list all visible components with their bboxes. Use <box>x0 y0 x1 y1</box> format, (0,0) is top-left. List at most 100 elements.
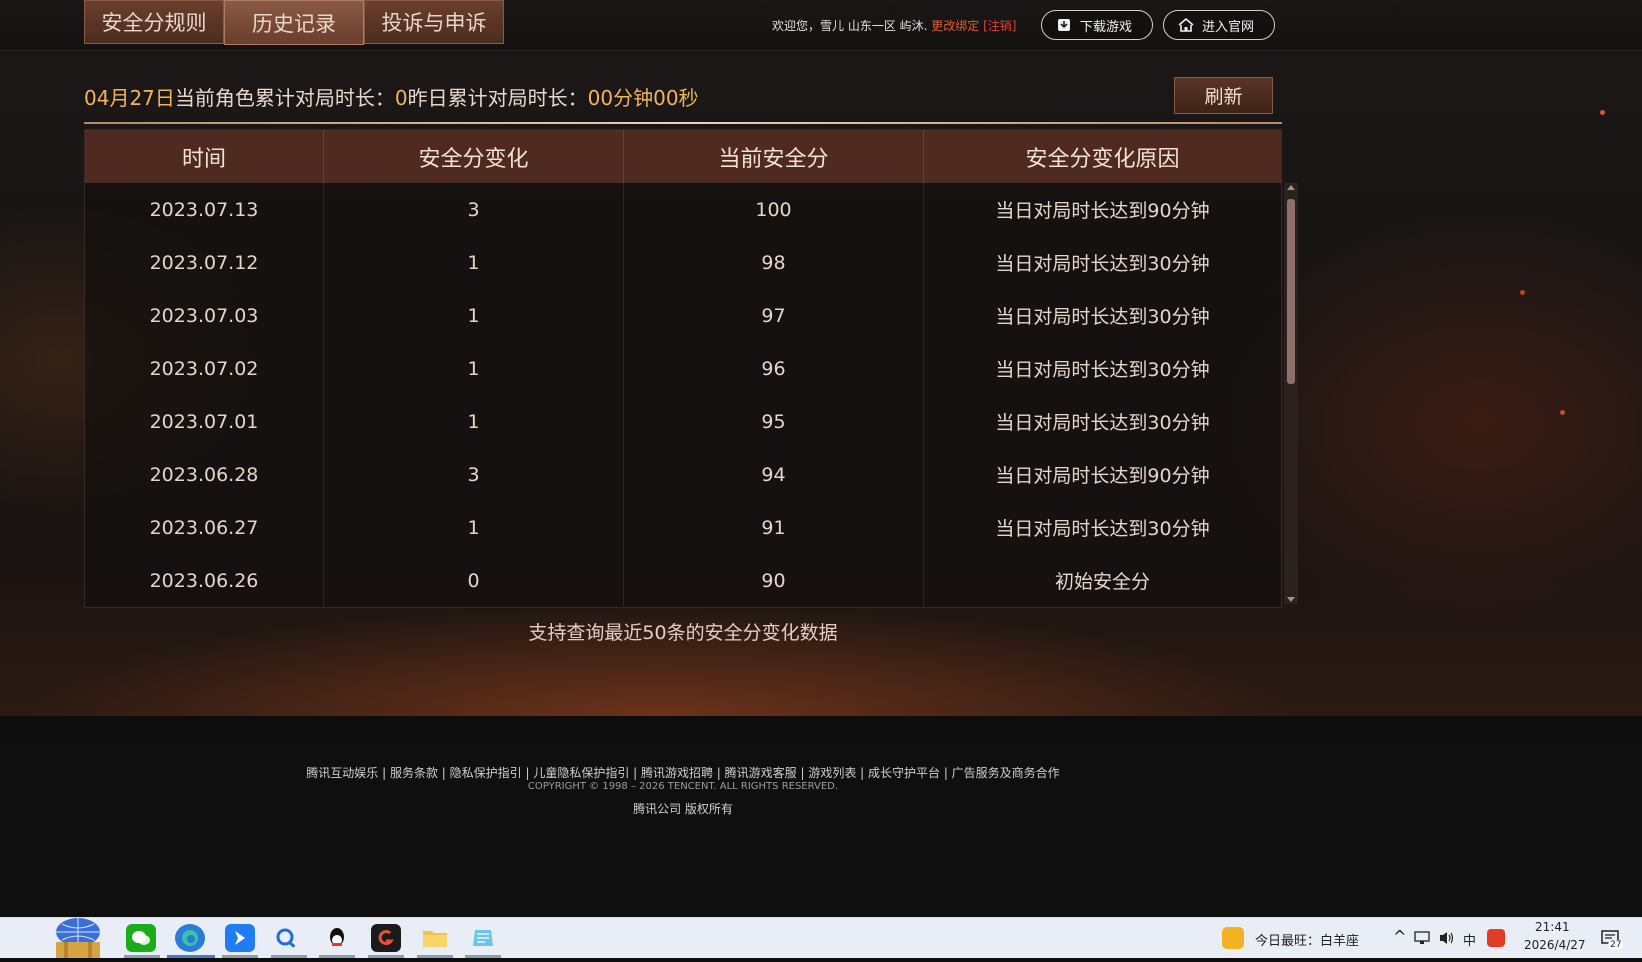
cell-current-score: 100 <box>624 183 924 236</box>
table-row: 2023.06.28 3 94 当日对局时长达到90分钟 <box>85 448 1281 501</box>
company-text: 腾讯公司 版权所有 <box>633 802 733 816</box>
tab-label: 安全分规则 <box>101 11 207 35</box>
current-playtime-label: 当前角色累计对局时长： <box>174 86 395 110</box>
history-table: 时间 安全分变化 当前安全分 安全分变化原因 2023.07.13 3 100 … <box>84 129 1282 608</box>
user-info: 欢迎您，雪儿 山东一区 屿沐. 更改绑定 [注销] <box>772 17 1017 34</box>
cell-current-score: 96 <box>624 342 924 395</box>
refresh-button[interactable]: 刷新 <box>1174 77 1273 114</box>
cell-reason: 当日对局时长达到90分钟 <box>995 200 1210 222</box>
table-row: 2023.07.01 1 95 当日对局时长达到30分钟 <box>85 395 1281 448</box>
copyright-text: COPYRIGHT © 1998 – 2026 TENCENT. ALL RIG… <box>527 781 839 792</box>
weather-text[interactable]: 今日最旺：白羊座 <box>1255 930 1359 949</box>
cell-time: 2023.06.26 <box>85 554 324 607</box>
cell-score-change: 3 <box>324 183 624 236</box>
change-binding-link[interactable]: 更改绑定 <box>931 19 979 33</box>
cell-time: 2023.07.13 <box>85 183 324 236</box>
cell-reason: 当日对局时长达到30分钟 <box>995 359 1210 381</box>
header-change-reason: 安全分变化原因 <box>1025 146 1180 172</box>
home-icon <box>1178 17 1194 32</box>
folder-icon[interactable] <box>420 924 450 952</box>
cell-time: 2023.07.02 <box>85 342 324 395</box>
tab-history[interactable]: 历史记录 <box>224 0 364 45</box>
download-icon <box>1058 19 1070 31</box>
tab-label: 投诉与申诉 <box>381 11 487 35</box>
enter-official-site-button[interactable]: 进入官网 <box>1163 10 1275 40</box>
cell-current-score: 90 <box>624 554 924 607</box>
yesterday-playtime-value: 00分钟00秒 <box>587 86 699 110</box>
cell-score-change: 3 <box>324 448 624 501</box>
taskbar: 今日最旺：白羊座 ^ 中 21:41 2026/4/27 27 <box>0 917 1642 958</box>
tab-security-rules[interactable]: 安全分规则 <box>84 0 224 44</box>
divider <box>84 122 1282 124</box>
qq-icon[interactable] <box>322 924 352 952</box>
yesterday-playtime-label: 昨日累计对局时长： <box>407 86 588 110</box>
summary-date: 04月27日 <box>84 86 175 110</box>
weather-icon[interactable] <box>1222 927 1244 949</box>
refresh-label: 刷新 <box>1204 86 1243 108</box>
cell-current-score: 94 <box>624 448 924 501</box>
table-row: 2023.07.02 1 96 当日对局时长达到30分钟 <box>85 342 1281 395</box>
play-time-summary: 04月27日当前角色累计对局时长：0昨日累计对局时长：00分钟00秒 <box>84 82 699 111</box>
cell-current-score: 95 <box>624 395 924 448</box>
top-bar: 安全分规则 历史记录 投诉与申诉 欢迎您，雪儿 山东一区 屿沐. 更改绑定 [注… <box>0 0 1642 51</box>
table-row: 2023.06.27 1 91 当日对局时长达到30分钟 <box>85 501 1281 554</box>
download-game-label: 下载游戏 <box>1080 19 1133 35</box>
header-time: 时间 <box>85 130 324 183</box>
table-body: 2023.07.13 3 100 当日对局时长达到90分钟 2023.07.12… <box>85 183 1281 607</box>
cell-reason: 当日对局时长达到30分钟 <box>995 306 1210 328</box>
scroll-up-icon[interactable] <box>1287 185 1295 190</box>
game-icon[interactable] <box>371 924 401 952</box>
cell-time: 2023.06.27 <box>85 501 324 554</box>
scroll-down-icon[interactable] <box>1287 597 1295 602</box>
cell-reason: 当日对局时长达到90分钟 <box>995 465 1210 487</box>
chevron-up-icon[interactable]: ^ <box>1393 927 1406 946</box>
cell-time: 2023.07.03 <box>85 289 324 342</box>
ime-indicator[interactable]: 中 <box>1463 930 1476 949</box>
header-current-score: 当前安全分 <box>624 130 924 183</box>
cell-current-score: 98 <box>624 236 924 289</box>
cell-time: 2023.07.12 <box>85 236 324 289</box>
table-row: 2023.07.13 3 100 当日对局时长达到90分钟 <box>85 183 1281 236</box>
cell-score-change: 0 <box>324 554 624 607</box>
scroll-thumb[interactable] <box>1287 199 1295 384</box>
arrow-app-icon[interactable] <box>225 924 255 952</box>
wechat-icon[interactable] <box>126 924 156 952</box>
network-icon[interactable] <box>1414 931 1430 945</box>
tab-label: 历史记录 <box>252 11 336 36</box>
edge-icon[interactable] <box>175 924 205 952</box>
clock-date[interactable]: 2026/4/27 <box>1524 938 1586 952</box>
table-row: 2023.07.03 1 97 当日对局时长达到30分钟 <box>85 289 1281 342</box>
table-header: 时间 安全分变化 当前安全分 安全分变化原因 <box>85 130 1281 183</box>
header-score-change: 安全分变化 <box>324 130 624 183</box>
volume-icon[interactable] <box>1438 930 1456 946</box>
cell-score-change: 1 <box>324 236 624 289</box>
logout-link[interactable]: [注销] <box>983 19 1016 33</box>
cell-current-score: 97 <box>624 289 924 342</box>
clock-time[interactable]: 21:41 <box>1535 920 1570 934</box>
search-app-icon[interactable] <box>272 924 302 952</box>
cell-reason: 当日对局时长达到30分钟 <box>995 412 1210 434</box>
table-row: 2023.06.26 0 90 初始安全分 <box>85 554 1281 607</box>
enter-official-site-label: 进入官网 <box>1202 19 1255 35</box>
query-limit-note: 支持查询最近50条的安全分变化数据 <box>528 622 838 644</box>
current-playtime-value: 0 <box>394 86 408 110</box>
cell-reason: 当日对局时长达到30分钟 <box>995 253 1210 275</box>
cell-score-change: 1 <box>324 289 624 342</box>
cell-time: 2023.06.28 <box>85 448 324 501</box>
table-row: 2023.07.12 1 98 当日对局时长达到30分钟 <box>85 236 1281 289</box>
cell-reason: 初始安全分 <box>1054 571 1150 593</box>
footer-links[interactable]: 腾讯互动娱乐 | 服务条款 | 隐私保护指引 | 儿童隐私保护指引 | 腾讯游戏… <box>0 764 1366 781</box>
download-game-button[interactable]: 下载游戏 <box>1041 10 1153 40</box>
tab-bar: 安全分规则 历史记录 投诉与申诉 <box>84 0 504 45</box>
input-method-icon[interactable] <box>1487 929 1505 947</box>
tab-complaint-appeal[interactable]: 投诉与申诉 <box>364 0 504 44</box>
cell-time: 2023.07.01 <box>85 395 324 448</box>
table-scrollbar[interactable] <box>1284 183 1298 604</box>
start-icon[interactable] <box>42 918 114 958</box>
cell-current-score: 91 <box>624 501 924 554</box>
cell-score-change: 1 <box>324 342 624 395</box>
notification-count: 27 <box>1608 940 1624 950</box>
notes-icon[interactable] <box>468 924 498 952</box>
cell-score-change: 1 <box>324 501 624 554</box>
welcome-text: 欢迎您，雪儿 山东一区 屿沐. <box>772 19 928 33</box>
